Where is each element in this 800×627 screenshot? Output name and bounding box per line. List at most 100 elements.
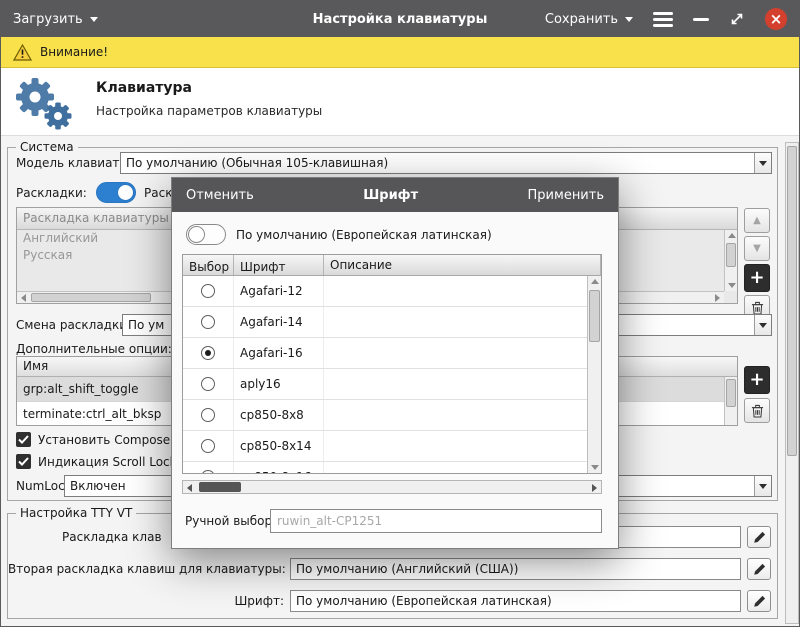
font-radio[interactable]: [201, 439, 215, 453]
layouts-list-vscrollbar[interactable]: [724, 230, 737, 291]
font-row[interactable]: Agafari-16: [183, 338, 601, 369]
save-button[interactable]: Сохранить: [545, 1, 633, 37]
arrow-up-icon: ▲: [753, 215, 761, 226]
scroll-right-icon: [592, 484, 597, 492]
font-name: cp850-8x8: [234, 400, 324, 430]
tty-font-field: По умолчанию (Европейская латинская): [290, 590, 741, 612]
font-row[interactable]: Agafari-12: [183, 276, 601, 307]
dialog-cancel-button[interactable]: Отменить: [186, 188, 254, 203]
font-radio[interactable]: [201, 346, 215, 360]
hscrollbar-thumb[interactable]: [199, 482, 241, 492]
pencil-icon: [753, 595, 765, 607]
font-name: Agafari-16: [234, 338, 324, 368]
font-row[interactable]: aply16: [183, 369, 601, 400]
dialog-apply-button[interactable]: Применить: [528, 188, 604, 203]
close-button[interactable]: ×: [765, 8, 787, 30]
minimize-button[interactable]: [693, 17, 709, 21]
font-name: Agafari-14: [234, 307, 324, 337]
chevron-down-icon: [754, 315, 771, 335]
scroll-left-icon: [187, 484, 192, 492]
column-font: Шрифт: [234, 255, 324, 275]
font-name: cp850-8x16: [234, 462, 324, 473]
layout-move-up-button: ▲: [744, 208, 770, 233]
font-table-header: Выбор Шрифт Описание: [183, 255, 601, 276]
font-radio[interactable]: [201, 408, 215, 422]
warning-text: Внимание!: [40, 45, 109, 59]
warning-icon: [13, 43, 32, 61]
save-button-label: Сохранить: [544, 11, 618, 27]
options-table-vscrollbar[interactable]: [724, 377, 737, 425]
chevron-down-icon: [89, 17, 98, 26]
maximize-button[interactable]: [729, 11, 745, 27]
font-row[interactable]: Agafari-14: [183, 307, 601, 338]
chevron-down-icon: [625, 17, 633, 26]
layouts-toggle[interactable]: [96, 182, 136, 203]
scroll-right-icon: [715, 294, 720, 302]
tty-second-layout-field: По умолчанию (Английский (США)): [290, 558, 741, 580]
compose-checkbox[interactable]: [16, 432, 31, 447]
column-choice: Выбор: [183, 255, 234, 275]
trash-icon: [751, 301, 763, 315]
font-radio[interactable]: [201, 284, 215, 298]
font-default-toggle-label: По умолчанию (Европейская латинская): [236, 228, 492, 242]
scroll-up-icon: [591, 279, 599, 284]
font-table-hscrollbar[interactable]: [182, 480, 602, 494]
font-row[interactable]: cp850-8x8: [183, 400, 601, 431]
option-delete-button[interactable]: [744, 398, 770, 423]
layout-move-down-button: ▼: [744, 236, 770, 261]
font-dialog-header: Отменить Шрифт Применить: [172, 178, 618, 212]
keyboard-model-select[interactable]: По умолчанию (Обычная 105-клавишная): [120, 152, 772, 174]
scroll-down-icon: [728, 283, 736, 288]
manual-select-label: Ручной выбор:: [185, 514, 277, 528]
font-row[interactable]: cp850-8x16: [183, 462, 601, 473]
keyboard-model-value: По умолчанию (Обычная 105-клавишная): [126, 156, 389, 170]
warning-bar: Внимание!: [1, 37, 799, 68]
tty-layout-edit-button[interactable]: [747, 526, 771, 548]
font-radio[interactable]: [201, 470, 215, 473]
minimize-icon: [693, 17, 709, 21]
close-icon: ×: [769, 9, 783, 28]
layout-change-label: Смена раскладки:: [16, 318, 132, 332]
font-name: cp850-8x14: [234, 431, 324, 461]
dialog-title: Шрифт: [363, 187, 419, 203]
tty-second-layout-edit-button[interactable]: [747, 558, 771, 580]
scroll-left-icon: [21, 294, 26, 302]
load-button[interactable]: Загрузить: [1, 1, 110, 37]
font-radio[interactable]: [201, 315, 215, 329]
page-title: Клавиатура: [96, 80, 192, 96]
tty-font-edit-button[interactable]: [747, 590, 771, 612]
scrolllock-checkbox[interactable]: [16, 454, 31, 469]
chevron-down-icon: [754, 476, 771, 496]
font-row[interactable]: cp850-8x14: [183, 431, 601, 462]
tty-group-legend: Настройка TTY VT: [16, 506, 137, 520]
page-subtitle: Настройка параметров клавиатуры: [96, 104, 323, 118]
load-button-label: Загрузить: [13, 11, 83, 27]
trash-icon: [751, 404, 763, 418]
scroll-down-icon: [591, 465, 599, 470]
manual-select-input[interactable]: [270, 509, 602, 533]
check-icon: [18, 435, 29, 444]
font-table-vscrollbar[interactable]: [587, 276, 601, 473]
main-vscrollbar-thumb[interactable]: [787, 146, 797, 456]
main-vscrollbar[interactable]: [785, 142, 799, 624]
layouts-label: Раскладки:: [16, 186, 87, 200]
font-default-toggle[interactable]: [186, 224, 226, 245]
font-name: Agafari-12: [234, 276, 324, 306]
option-add-button[interactable]: +: [744, 366, 770, 394]
titlebar: Загрузить Настройка клавиатуры Сохранить…: [1, 1, 799, 37]
column-description: Описание: [324, 255, 601, 275]
scrolllock-checkbox-label: Индикация Scroll Lock: [38, 455, 177, 469]
tty-second-layout-label: Вторая раскладка клавиш для клавиатуры:: [8, 562, 286, 576]
arrow-down-icon: ▼: [753, 243, 761, 254]
font-dialog: Отменить Шрифт Применить По умолчанию (Е…: [171, 177, 619, 549]
compose-checkbox-label: Установить Compose: [38, 433, 171, 447]
font-radio[interactable]: [201, 377, 215, 391]
maximize-icon: [731, 13, 743, 25]
pencil-icon: [753, 531, 765, 543]
chevron-down-icon: [754, 153, 771, 173]
layout-add-button[interactable]: +: [744, 264, 770, 292]
menu-button[interactable]: [653, 11, 673, 27]
plus-icon: +: [749, 267, 765, 288]
check-icon: [18, 457, 29, 466]
app-header: Клавиатура Настройка параметров клавиату…: [1, 68, 799, 136]
